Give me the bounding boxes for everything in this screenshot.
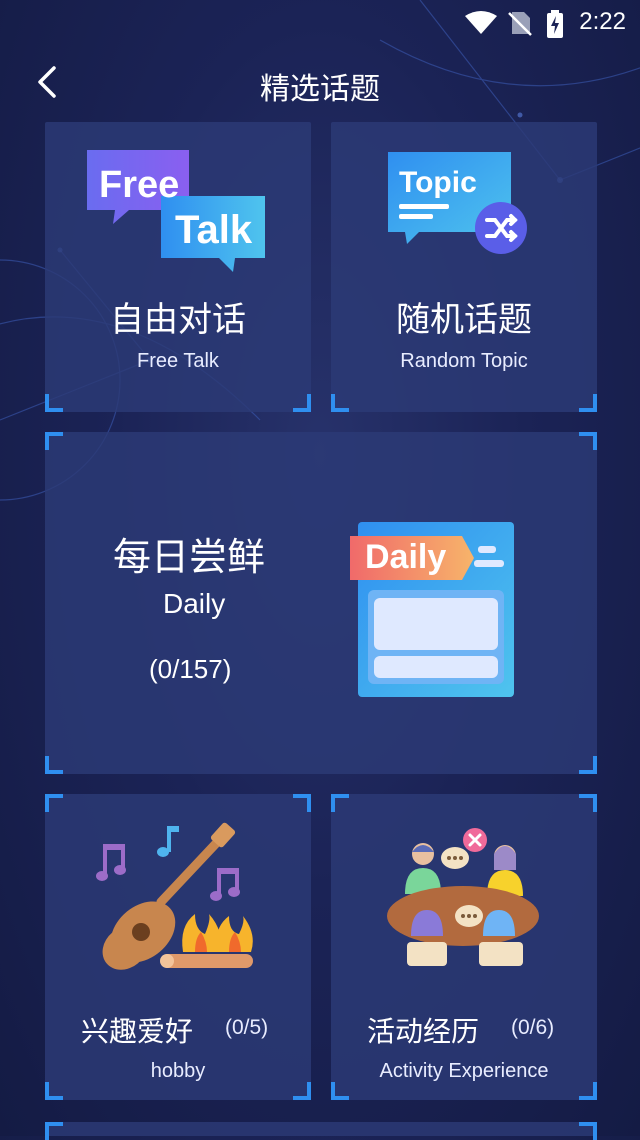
corner-bracket — [45, 1122, 63, 1140]
hobby-illustration — [96, 822, 253, 970]
corner-bracket — [579, 1122, 597, 1140]
card-random-topic[interactable]: Topic 随机话题 Random Topic — [331, 122, 597, 412]
corner-bracket — [579, 1082, 597, 1100]
music-note-icon — [210, 868, 240, 901]
corner-bracket — [331, 1082, 349, 1100]
corner-bracket — [293, 1082, 311, 1100]
corner-bracket — [45, 756, 63, 774]
card-subtitle: Daily — [163, 588, 226, 619]
nav-header: 精选话题 — [0, 52, 640, 112]
card-daily[interactable]: 每日尝鲜 Daily (0/157) Daily — [45, 432, 597, 774]
status-bar: 2:22 — [0, 0, 640, 44]
no-sim-icon — [508, 12, 532, 36]
talk-badge-label: Talk — [175, 208, 253, 252]
hobby-progress-count: (0/5) — [225, 1016, 269, 1039]
speech-bubble-icon — [455, 905, 483, 927]
corner-bracket — [579, 432, 597, 450]
corner-bracket — [331, 394, 349, 412]
music-note-icon — [96, 844, 126, 881]
card-title: 每日尝鲜 — [113, 535, 266, 579]
corner-bracket — [579, 794, 597, 812]
card-subtitle: Free Talk — [137, 350, 219, 372]
page-title: 精选话题 — [260, 72, 380, 107]
free-badge-label: Free — [99, 164, 180, 206]
card-title: 兴趣爱好 — [81, 1015, 194, 1048]
daily-progress-count: (0/157) — [149, 654, 232, 684]
activity-meeting-illustration — [387, 828, 539, 966]
card-subtitle: Random Topic — [400, 350, 528, 372]
daily-badge-label: Daily — [365, 538, 447, 576]
card-subtitle: Activity Experience — [379, 1060, 549, 1082]
activity-progress-count: (0/6) — [511, 1016, 555, 1039]
card-free-talk[interactable]: Free Talk 自由对话 Free Talk — [45, 122, 311, 412]
card-title: 活动经历 — [367, 1015, 480, 1048]
corner-bracket — [579, 394, 597, 412]
corner-bracket — [45, 1082, 63, 1100]
music-note-icon — [157, 826, 179, 857]
corner-bracket — [331, 794, 349, 812]
card-subtitle: hobby — [150, 1060, 206, 1082]
battery-charging-icon — [547, 10, 563, 38]
close-icon — [463, 828, 487, 852]
wifi-icon — [465, 11, 497, 34]
topic-badge-label: Topic — [399, 166, 477, 199]
status-time: 2:22 — [579, 8, 626, 35]
card-activity-experience[interactable]: 活动经历 (0/6) Activity Experience — [331, 794, 597, 1100]
corner-bracket — [293, 794, 311, 812]
corner-bracket — [45, 394, 63, 412]
card-hobby[interactable]: 兴趣爱好 (0/5) hobby — [45, 794, 311, 1100]
card-title: 自由对话 — [110, 300, 246, 340]
person-icon — [405, 843, 441, 894]
card-title: 随机话题 — [396, 300, 532, 340]
corner-bracket — [293, 394, 311, 412]
corner-bracket — [45, 794, 63, 812]
card-next-partial[interactable] — [45, 1122, 597, 1140]
speech-bubble-icon — [441, 847, 469, 869]
corner-bracket — [45, 432, 63, 450]
corner-bracket — [579, 756, 597, 774]
